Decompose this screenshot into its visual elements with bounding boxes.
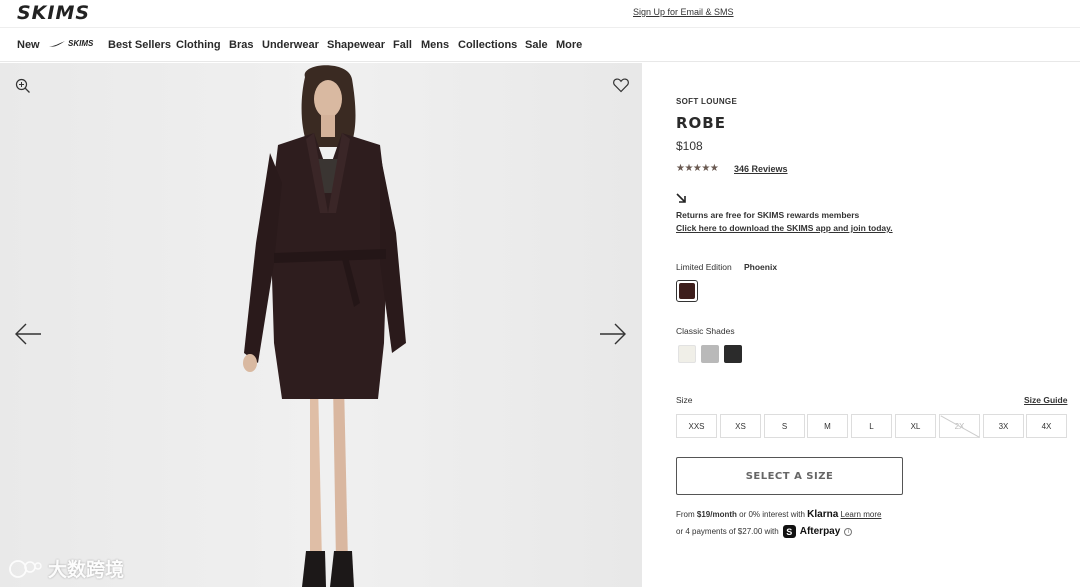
nav-item-clothing[interactable]: Clothing: [176, 39, 221, 51]
main-nav: New SKIMS Best Sellers Clothing Bras Und…: [0, 29, 1080, 62]
product-image: [243, 65, 406, 587]
watermark-text: 大数跨境: [48, 560, 125, 581]
afterpay-logo: Afterpay: [799, 526, 841, 537]
arrow-right-icon[interactable]: [599, 322, 627, 346]
size-option-xxs[interactable]: XXS: [676, 414, 717, 438]
heart-icon[interactable]: [612, 76, 630, 94]
reviews-link[interactable]: 346 Reviews: [734, 164, 788, 174]
nav-item-new[interactable]: New: [17, 39, 40, 51]
product-category: SOFT LOUNGE: [676, 97, 738, 106]
klarna-middle: or 0% interest with: [736, 510, 808, 519]
signup-link[interactable]: Sign Up for Email & SMS: [633, 7, 734, 17]
size-option-3x[interactable]: 3X: [983, 414, 1024, 438]
nav-item-fall[interactable]: Fall: [393, 39, 412, 51]
swatch-classic-1[interactable]: [678, 345, 696, 363]
size-option-xl[interactable]: XL: [895, 414, 936, 438]
size-option-m[interactable]: M: [807, 414, 848, 438]
size-label: Size: [676, 395, 693, 405]
select-size-button[interactable]: SELECT A SIZE: [676, 457, 903, 495]
selected-color-name: Phoenix: [744, 262, 778, 272]
klarna-prefix: From: [676, 510, 697, 519]
skims-logo[interactable]: SKIMS: [17, 2, 90, 24]
size-option-2x[interactable]: 2X: [939, 414, 980, 438]
nav-collab-label: SKIMS: [68, 39, 94, 48]
nav-item-collections[interactable]: Collections: [458, 39, 517, 51]
product-title: ROBE: [676, 114, 726, 132]
size-option-s[interactable]: S: [764, 414, 805, 438]
limited-edition-label: Limited Edition: [676, 262, 732, 272]
size-guide-link[interactable]: Size Guide: [1024, 395, 1067, 405]
zoom-icon[interactable]: [15, 78, 31, 94]
nav-item-more[interactable]: More: [556, 39, 582, 51]
watermark-logo-icon: [9, 559, 42, 578]
klarna-amount: $19/month: [696, 510, 737, 519]
swatch-phoenix[interactable]: [676, 280, 698, 302]
returns-text: Returns are free for SKIMS rewards membe…: [676, 210, 860, 220]
rating-stars: ★★★★★: [676, 163, 719, 174]
klarna-learn-more-link[interactable]: Learn more: [841, 510, 882, 519]
product-details: SOFT LOUNGE ROBE $108 ★★★★★ 346 Reviews …: [643, 63, 1080, 587]
afterpay-message: or 4 payments of $27.00 with S Afterpay …: [676, 525, 853, 538]
info-icon[interactable]: i: [844, 527, 853, 536]
nav-item-underwear[interactable]: Underwear: [262, 39, 319, 51]
nike-swoosh-icon: [49, 40, 65, 47]
size-option-4x[interactable]: 4X: [1026, 414, 1067, 438]
klarna-message: From $19/month or 0% interest with Klarn…: [676, 509, 881, 520]
classic-shades-label: Classic Shades: [676, 326, 735, 336]
nav-item-nike-skims[interactable]: SKIMS: [49, 39, 93, 48]
swatch-classic-2[interactable]: [701, 345, 719, 363]
product-gallery: 大数跨境: [0, 63, 642, 587]
watermark: 大数跨境: [8, 555, 124, 582]
top-bar: SKIMS Sign Up for Email & SMS: [0, 0, 1080, 28]
klarna-logo: Klarna: [807, 509, 839, 520]
swatch-phoenix-fill: [679, 283, 695, 299]
nav-item-mens[interactable]: Mens: [421, 39, 449, 51]
nav-item-best-sellers[interactable]: Best Sellers: [108, 39, 171, 51]
size-option-l[interactable]: L: [851, 414, 892, 438]
arrow-left-icon[interactable]: [14, 322, 42, 346]
nav-item-bras[interactable]: Bras: [229, 39, 253, 51]
afterpay-text: or 4 payments of $27.00 with: [676, 527, 779, 536]
rewards-app-link[interactable]: Click here to download the SKIMS app and…: [676, 223, 893, 233]
size-option-xs[interactable]: XS: [720, 414, 761, 438]
product-price: $108: [676, 139, 703, 153]
nav-item-sale[interactable]: Sale: [525, 39, 548, 51]
swatch-classic-3[interactable]: [724, 345, 742, 363]
arrow-down-right-icon: [676, 193, 686, 203]
afterpay-badge-icon: S: [782, 525, 796, 538]
nav-item-shapewear[interactable]: Shapewear: [327, 39, 385, 51]
